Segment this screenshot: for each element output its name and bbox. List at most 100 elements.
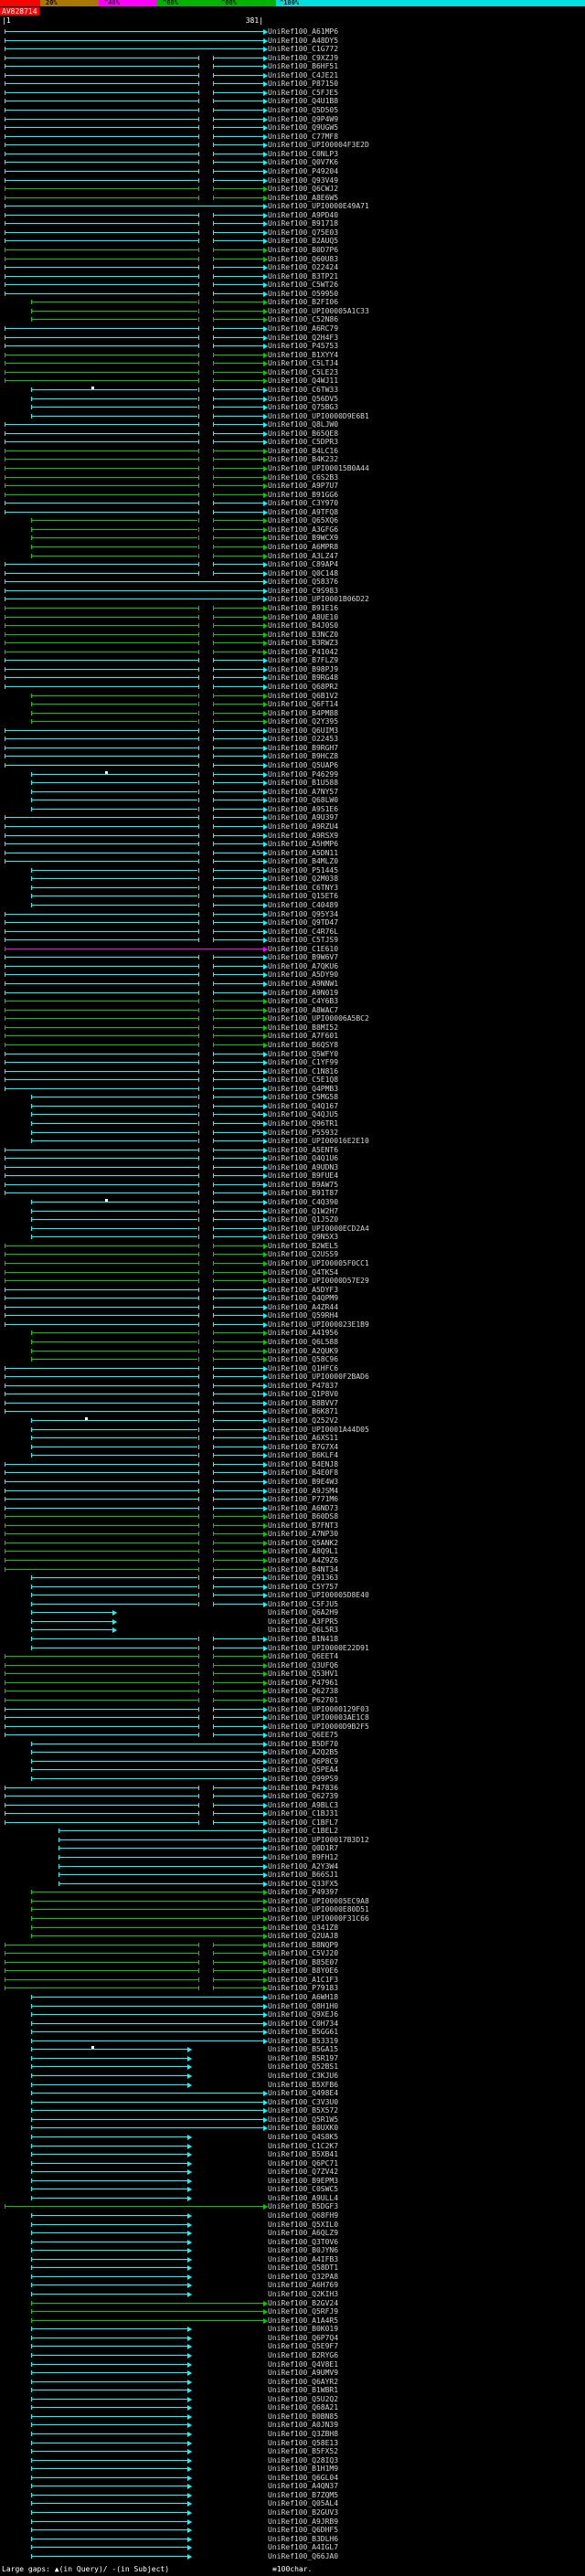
hit-bar[interactable] — [31, 1769, 263, 1771]
hit-bar[interactable] — [212, 773, 263, 775]
hit-bar[interactable] — [31, 2424, 188, 2426]
hit-bar[interactable] — [5, 1499, 198, 1500]
hit-bar[interactable] — [31, 2049, 188, 2051]
hit-bar[interactable] — [212, 782, 263, 784]
hit-label[interactable]: UniRef100_B2FI06 — [268, 298, 338, 306]
hit-label[interactable]: UniRef100_C5WT26 — [268, 281, 338, 289]
hit-bar[interactable] — [212, 957, 263, 959]
hit-label[interactable]: UniRef100_Q65XQ6 — [268, 516, 338, 525]
hit-label[interactable]: UniRef100_Q5ANK2 — [268, 1539, 338, 1547]
hit-label[interactable]: UniRef100_B2WEL5 — [268, 1242, 338, 1250]
hit-label[interactable]: UniRef100_O22424 — [268, 263, 338, 271]
hit-bar[interactable] — [212, 1359, 263, 1361]
hit-bar[interactable] — [5, 1254, 198, 1256]
hit-label[interactable]: UniRef100_Q1P8V0 — [268, 1390, 338, 1398]
hit-bar[interactable] — [31, 1437, 198, 1439]
hit-label[interactable]: UniRef100_Q6L588 — [268, 1338, 338, 1346]
hit-label[interactable]: UniRef100_B4LC16 — [268, 447, 338, 455]
hit-label[interactable]: UniRef100_C4Y6B3 — [268, 997, 338, 1005]
hit-bar[interactable] — [212, 564, 263, 566]
hit-label[interactable]: UniRef100_P41042 — [268, 648, 338, 656]
hit-bar[interactable] — [212, 144, 263, 146]
hit-label[interactable]: UniRef100_C9S983 — [268, 587, 338, 595]
hit-label[interactable]: UniRef100_Q9P4W9 — [268, 115, 338, 123]
hit-label[interactable]: UniRef100_Q28IQ3 — [268, 2456, 338, 2465]
hit-bar[interactable] — [212, 861, 263, 863]
hit-label[interactable]: UniRef100_P87150 — [268, 80, 338, 88]
hit-bar[interactable] — [5, 127, 198, 129]
hit-label[interactable]: UniRef100_B6K871 — [268, 1407, 338, 1415]
hit-label[interactable]: UniRef100_UPI0001A44D05 — [268, 1426, 369, 1434]
hit-label[interactable]: UniRef100_C6TW33 — [268, 386, 338, 394]
hit-label[interactable]: UniRef100_Q3UFQ6 — [268, 1661, 338, 1670]
hit-bar[interactable] — [212, 694, 263, 696]
hit-label[interactable]: UniRef100_Q8LJW0 — [268, 420, 338, 429]
hit-bar[interactable] — [31, 2197, 188, 2199]
hit-label[interactable]: UniRef100_C0H734 — [268, 2019, 338, 2028]
hit-label[interactable]: UniRef100_Q6EET4 — [268, 1652, 338, 1660]
hit-label[interactable]: UniRef100_B5GA15 — [268, 2045, 338, 2053]
hit-bar[interactable] — [5, 1708, 198, 1710]
hit-label[interactable]: UniRef100_B5FX52 — [268, 2447, 338, 2455]
hit-bar[interactable] — [5, 1796, 198, 1797]
hit-bar[interactable] — [212, 1070, 263, 1072]
hit-bar[interactable] — [5, 1516, 198, 1518]
hit-label[interactable]: UniRef100_B9E4W3 — [268, 1478, 338, 1486]
hit-label[interactable]: UniRef100_Q6CWJ2 — [268, 185, 338, 193]
hit-bar[interactable] — [31, 2057, 188, 2059]
hit-bar[interactable] — [5, 625, 198, 627]
hit-label[interactable]: UniRef100_Q4V8E1 — [268, 2360, 338, 2369]
hit-bar[interactable] — [31, 2302, 263, 2304]
hit-bar[interactable] — [212, 1961, 263, 1963]
hit-bar[interactable] — [212, 1376, 263, 1378]
hit-bar[interactable] — [212, 834, 263, 836]
hit-label[interactable]: UniRef100_C52N86 — [268, 315, 338, 323]
hit-label[interactable]: UniRef100_Q9XEJ6 — [268, 2010, 338, 2019]
hit-label[interactable]: UniRef100_B9FUE4 — [268, 1171, 338, 1180]
hit-bar[interactable] — [31, 2380, 188, 2382]
hit-bar[interactable] — [212, 363, 263, 365]
hit-label[interactable]: UniRef100_Q75E03 — [268, 228, 338, 237]
hit-bar[interactable] — [5, 39, 263, 41]
hit-bar[interactable] — [31, 1917, 263, 1919]
hit-bar[interactable] — [5, 258, 198, 260]
hit-label[interactable]: UniRef100_B9RG48 — [268, 673, 338, 682]
hit-label[interactable]: UniRef100_Q2USS9 — [268, 1250, 338, 1258]
hit-label[interactable]: UniRef100_A5ENT6 — [268, 1146, 338, 1154]
hit-bar[interactable] — [31, 1638, 198, 1640]
hit-bar[interactable] — [5, 756, 198, 758]
hit-label[interactable]: UniRef100_B91GG6 — [268, 491, 338, 499]
hit-bar[interactable] — [212, 633, 263, 635]
hit-label[interactable]: UniRef100_UPI00006A5BC2 — [268, 1014, 369, 1023]
hit-bar[interactable] — [31, 1210, 198, 1212]
hit-label[interactable]: UniRef100_B60DS8 — [268, 1512, 338, 1521]
hit-bar[interactable] — [31, 869, 198, 871]
hit-bar[interactable] — [5, 738, 198, 740]
hit-label[interactable]: UniRef100_B8Y0E6 — [268, 1966, 338, 1975]
hit-bar[interactable] — [5, 1717, 198, 1719]
hit-label[interactable]: UniRef100_A2Y3W4 — [268, 1862, 338, 1871]
hit-label[interactable]: UniRef100_A4IGL7 — [268, 2543, 338, 2551]
hit-bar[interactable] — [212, 546, 263, 548]
hit-label[interactable]: UniRef100_P47961 — [268, 1679, 338, 1687]
hit-bar[interactable] — [5, 1489, 198, 1491]
hit-label[interactable]: UniRef100_UPI0000129F03 — [268, 1705, 369, 1713]
hit-label[interactable]: UniRef100_B65QE8 — [268, 429, 338, 438]
hit-bar[interactable] — [5, 441, 198, 443]
hit-bar[interactable] — [31, 773, 198, 775]
hit-bar[interactable] — [212, 1411, 263, 1413]
hit-label[interactable]: UniRef100_B0K019 — [268, 2325, 338, 2333]
hit-bar[interactable] — [31, 2005, 263, 2007]
hit-label[interactable]: UniRef100_Q6UIM3 — [268, 726, 338, 735]
hit-label[interactable]: UniRef100_UPI000023E1B9 — [268, 1320, 369, 1329]
hit-label[interactable]: UniRef100_C3V3U0 — [268, 2098, 338, 2106]
hit-bar[interactable] — [5, 1384, 198, 1386]
hit-label[interactable]: UniRef100_B4PM88 — [268, 709, 338, 717]
hit-bar[interactable] — [5, 284, 198, 286]
hit-bar[interactable] — [5, 668, 198, 670]
hit-label[interactable]: UniRef100_Q4Q167 — [268, 1102, 338, 1110]
hit-bar[interactable] — [5, 493, 198, 495]
hit-bar[interactable] — [212, 511, 263, 513]
hit-label[interactable]: UniRef100_P45753 — [268, 342, 338, 350]
hit-bar[interactable] — [5, 1298, 198, 1299]
